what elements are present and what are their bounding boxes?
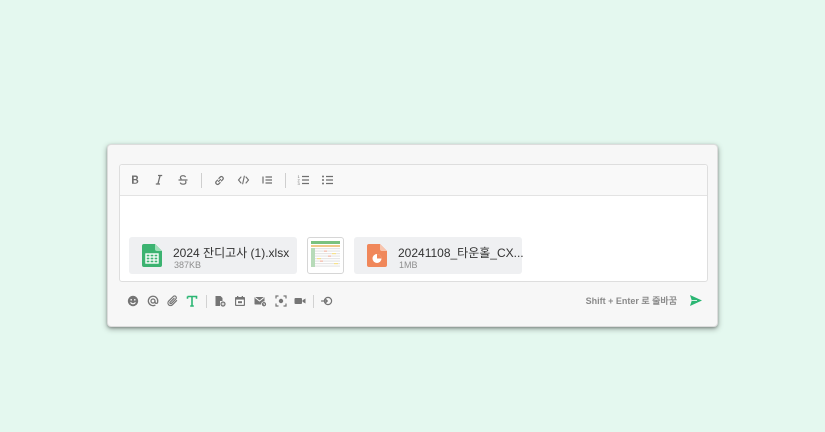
attach-file-button[interactable] [165, 293, 181, 309]
presentation-file-icon [367, 244, 387, 267]
text-format-icon [186, 295, 198, 307]
email-icon [254, 297, 267, 307]
code-icon [237, 175, 249, 185]
attachment-name: 20241108_타운홀_CX... [398, 246, 524, 260]
bullet-list-button[interactable] [317, 170, 337, 190]
toolbar-divider [201, 173, 202, 188]
text-format-button[interactable] [184, 293, 200, 309]
image-thumbnail[interactable] [307, 237, 344, 274]
attachment-size: 387KB [174, 260, 202, 270]
line-break-hint: Shift + Enter 로 줄바꿈 [585, 296, 677, 306]
toolbar-divider [206, 295, 207, 308]
bullet-list-icon [321, 175, 333, 185]
blockquote-icon [261, 176, 272, 184]
calendar-button[interactable] [232, 293, 248, 309]
strikethrough-button[interactable] [173, 170, 193, 190]
email-button[interactable] [252, 293, 268, 309]
file-add-icon [215, 296, 226, 307]
send-button[interactable] [688, 292, 704, 308]
formatting-toolbar: 123 [120, 165, 707, 196]
italic-icon [155, 174, 163, 185]
ordered-list-button[interactable]: 123 [293, 170, 313, 190]
spreadsheet-file-icon [142, 244, 162, 267]
send-icon [690, 294, 702, 306]
attachment-name: 2024 잔디고사 (1).xlsx [173, 246, 290, 260]
strikethrough-icon [178, 175, 188, 185]
attachment-size: 1MB [399, 260, 418, 270]
svg-text:3: 3 [297, 181, 300, 186]
bold-icon [132, 175, 139, 184]
code-button[interactable] [233, 170, 253, 190]
screenshot-button[interactable] [273, 293, 289, 309]
message-editor[interactable]: 123 2024 잔디고사 (1).xlsx 387KB 20241108_타운… [119, 164, 708, 282]
toolbar-divider [285, 173, 286, 188]
attach-icon [167, 295, 178, 307]
blockquote-button[interactable] [257, 170, 277, 190]
spreadsheet-preview-image [311, 241, 340, 267]
emoji-button[interactable] [125, 293, 141, 309]
screenshot-icon [275, 295, 287, 307]
toolbar-divider [313, 295, 314, 308]
emoji-icon [127, 295, 139, 307]
ordered-list-icon: 123 [297, 174, 309, 186]
video-icon [294, 298, 306, 304]
link-icon [214, 175, 224, 185]
calendar-icon [235, 296, 245, 306]
message-composer: 123 2024 잔디고사 (1).xlsx 387KB 20241108_타운… [107, 144, 718, 327]
integration-icon [320, 296, 332, 306]
mention-icon [147, 295, 159, 307]
mention-button[interactable] [145, 293, 161, 309]
italic-button[interactable] [149, 170, 169, 190]
file-add-button[interactable] [212, 293, 228, 309]
attachment-chip[interactable]: 2024 잔디고사 (1).xlsx 387KB [129, 237, 297, 274]
link-button[interactable] [209, 170, 229, 190]
bold-button[interactable] [125, 170, 145, 190]
attachment-chip[interactable]: 20241108_타운홀_CX... 1MB [354, 237, 524, 274]
integration-button[interactable] [319, 293, 335, 309]
video-button[interactable] [292, 293, 308, 309]
